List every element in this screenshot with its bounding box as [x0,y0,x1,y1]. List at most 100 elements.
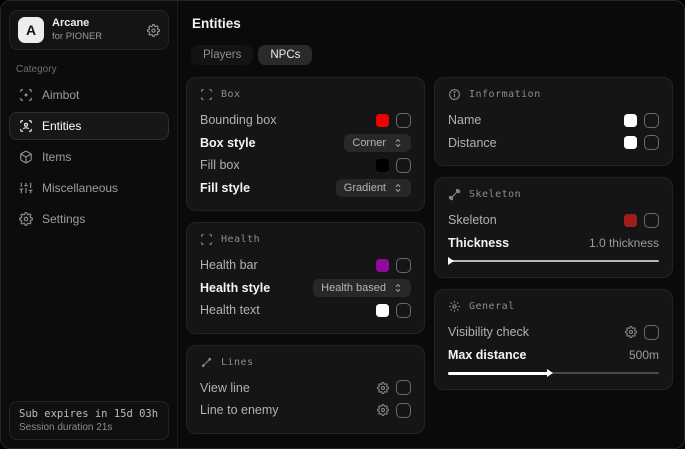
sidebar: A Arcane for PIONER Category Aimbot Enti… [1,1,178,448]
thickness-slider[interactable] [448,256,659,266]
sidebar-item-aimbot[interactable]: Aimbot [9,81,169,109]
color-swatch-fill-box[interactable] [376,159,389,172]
color-swatch-health-text[interactable] [376,304,389,317]
sidebar-item-items[interactable]: Items [9,143,169,171]
main-panel: Entities Players NPCs Box Bounding box [178,1,684,448]
slider-fill [448,372,549,375]
color-swatch-name[interactable] [624,114,637,127]
color-swatch-bounding-box[interactable] [376,114,389,127]
checkbox-health-text[interactable] [396,303,411,318]
row-label: Health bar [200,258,258,272]
checkbox-distance[interactable] [644,135,659,150]
gear-icon[interactable] [377,404,389,416]
entities-icon [19,119,33,133]
slider-handle[interactable] [547,369,553,377]
setting-row-view-line: View line [200,377,411,400]
app-logo: A [18,17,44,43]
sidebar-item-entities[interactable]: Entities [9,112,169,140]
box-card: Box Bounding box Box style Corner [186,77,425,211]
setting-row-distance: Distance [448,132,659,155]
app-window: A Arcane for PIONER Category Aimbot Enti… [0,0,685,449]
cube-icon [19,150,33,164]
gear-icon [448,300,461,313]
setting-row-box-style: Box style Corner [200,132,411,155]
sidebar-item-label: Aimbot [42,88,79,102]
checkbox-skeleton[interactable] [644,213,659,228]
card-title: Skeleton [469,189,521,200]
setting-row-visibility-check: Visibility check [448,321,659,344]
sub-expires-text: Sub expires in 15d 03h [19,408,159,420]
dropdown-value: Corner [352,137,386,149]
checkbox-health-bar[interactable] [396,258,411,273]
sliders-icon [19,181,33,195]
checkbox-visibility-check[interactable] [644,325,659,340]
skeleton-card: Skeleton Skeleton Thickness 1.0 thicknes… [434,177,673,278]
setting-row-thickness: Thickness 1.0 thickness [448,232,659,255]
tab-players[interactable]: Players [191,45,253,65]
checkbox-view-line[interactable] [396,380,411,395]
setting-row-line-to-enemy: Line to enemy [200,399,411,422]
card-title: Health [221,234,260,245]
slider-handle[interactable] [448,257,454,265]
app-name: Arcane [52,17,139,31]
row-label: Max distance [448,348,527,362]
setting-row-health-style: Health style Health based [200,277,411,300]
row-label: Bounding box [200,113,276,127]
gear-icon [19,212,33,226]
row-label: Thickness [448,236,509,250]
sidebar-item-label: Settings [42,212,85,226]
lines-card: Lines View line Line to enemy [186,345,425,434]
box-style-dropdown[interactable]: Corner [344,134,411,152]
slider-track[interactable] [448,260,659,262]
color-swatch-distance[interactable] [624,136,637,149]
tab-bar: Players NPCs [191,45,675,65]
row-label: Name [448,113,481,127]
color-swatch-health-bar[interactable] [376,259,389,272]
sidebar-item-label: Miscellaneous [42,181,118,195]
tab-npcs[interactable]: NPCs [258,45,312,65]
dropdown-value: Health based [321,282,386,294]
row-label: Skeleton [448,213,497,227]
subscription-info: Sub expires in 15d 03h Session duration … [9,401,169,440]
checkbox-line-to-enemy[interactable] [396,403,411,418]
app-subtitle: for PIONER [52,31,139,43]
setting-row-max-distance: Max distance 500m [448,344,659,367]
box-frame-icon [200,88,213,101]
checkbox-name[interactable] [644,113,659,128]
health-style-dropdown[interactable]: Health based [313,279,411,297]
bone-icon [448,188,461,201]
max-distance-slider[interactable] [448,368,659,378]
setting-row-bounding-box: Bounding box [200,109,411,132]
row-label: Distance [448,136,497,150]
gear-icon[interactable] [377,382,389,394]
max-distance-value: 500m [629,348,659,362]
card-title: Box [221,89,241,100]
setting-row-skeleton: Skeleton [448,209,659,232]
checkbox-fill-box[interactable] [396,158,411,173]
fill-style-dropdown[interactable]: Gradient [336,179,411,197]
row-label: Fill style [200,181,250,195]
sidebar-item-miscellaneous[interactable]: Miscellaneous [9,174,169,202]
gear-icon[interactable] [625,326,637,338]
sidebar-item-label: Items [42,150,71,164]
gear-icon[interactable] [147,24,160,37]
diagonal-line-icon [200,356,213,369]
general-card: General Visibility check Max distance 50… [434,289,673,390]
card-title: Lines [221,357,254,368]
health-frame-icon [200,233,213,246]
row-label: Box style [200,136,256,150]
row-label: Health style [200,281,270,295]
row-label: Visibility check [448,325,529,339]
crosshair-icon [19,88,33,102]
checkbox-bounding-box[interactable] [396,113,411,128]
sidebar-item-settings[interactable]: Settings [9,205,169,233]
unfold-icon [393,283,403,293]
category-label: Category [16,64,169,75]
dropdown-value: Gradient [344,182,386,194]
info-icon [448,88,461,101]
row-label: Fill box [200,158,240,172]
unfold-icon [393,183,403,193]
color-swatch-skeleton[interactable] [624,214,637,227]
information-card: Information Name Distance [434,77,673,166]
setting-row-health-bar: Health bar [200,254,411,277]
